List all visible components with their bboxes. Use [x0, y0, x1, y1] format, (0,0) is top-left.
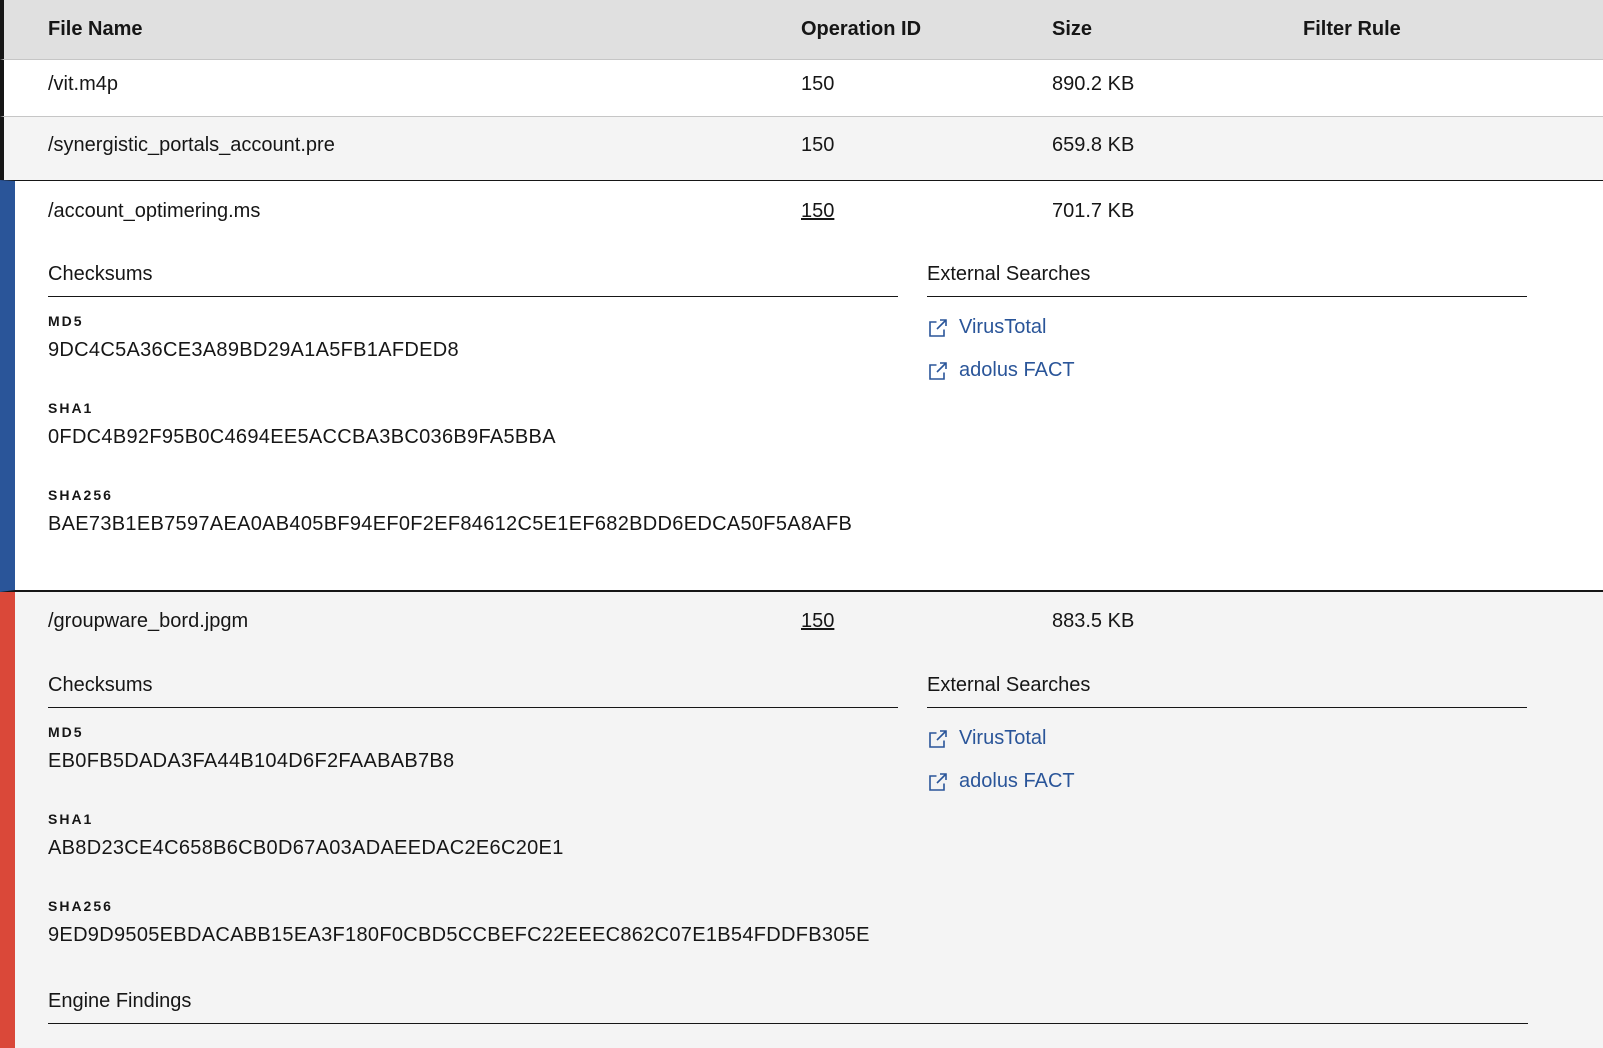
- checksums-title: Checksums: [48, 674, 898, 708]
- table-header: File Name Operation ID Size Filter Rule: [0, 0, 1603, 60]
- column-header-file-name[interactable]: File Name: [48, 18, 142, 41]
- file-name-cell: /synergistic_portals_account.pre: [48, 134, 335, 156]
- sha1-value: 0FDC4B92F95B0C4694EE5ACCBA3BC036B9FA5BBA: [48, 426, 556, 448]
- size-cell: 701.7 KB: [1052, 200, 1135, 222]
- adolus-fact-link[interactable]: adolus FACT: [927, 359, 1075, 382]
- checksums-title: Checksums: [48, 263, 898, 297]
- column-header-size[interactable]: Size: [1052, 18, 1092, 41]
- external-link-icon: [929, 361, 947, 380]
- sha1-value: AB8D23CE4C658B6CB0D67A03ADAEEDAC2E6C20E1: [48, 837, 564, 859]
- size-cell: 659.8 KB: [1052, 134, 1135, 156]
- file-name-cell: /vit.m4p: [48, 73, 119, 95]
- file-table: File Name Operation ID Size Filter Rule …: [0, 0, 1603, 1048]
- column-header-filter-rule[interactable]: Filter Rule: [1303, 18, 1401, 41]
- table-row[interactable]: /synergistic_portals_account.pre 150 659…: [0, 117, 1603, 180]
- sha256-label: SHA256: [48, 898, 113, 914]
- expanded-row[interactable]: /account_optimering.ms 150 701.7 KB Chec…: [0, 180, 1603, 592]
- sha256-label: SHA256: [48, 487, 113, 503]
- sha256-value: BAE73B1EB7597AEA0AB405BF94EF0F2EF84612C5…: [48, 513, 853, 535]
- adolus-fact-label: adolus FACT: [959, 770, 1075, 792]
- external-searches-title: External Searches: [927, 263, 1527, 297]
- adolus-fact-link[interactable]: adolus FACT: [927, 770, 1075, 793]
- operation-id-link[interactable]: 150: [801, 200, 834, 223]
- adolus-fact-label: adolus FACT: [959, 359, 1075, 381]
- expanded-row-summary[interactable]: /account_optimering.ms 150 701.7 KB: [15, 181, 1603, 243]
- md5-label: MD5: [48, 313, 84, 329]
- sha1-label: SHA1: [48, 400, 94, 416]
- external-link-icon: [929, 318, 947, 337]
- operation-id-link[interactable]: 150: [801, 610, 834, 633]
- table-row[interactable]: /vit.m4p 150 890.2 KB: [0, 60, 1603, 117]
- external-link-icon: [929, 772, 947, 791]
- virustotal-link[interactable]: VirusTotal: [927, 727, 1046, 750]
- external-link-icon: [929, 729, 947, 748]
- operation-id-cell: 150: [801, 73, 835, 95]
- expanded-row[interactable]: /groupware_bord.jpgm 150 883.5 KB Checks…: [0, 592, 1603, 1048]
- sha256-value: 9ED9D9505EBDACABB15EA3F180F0CBD5CCBEFC22…: [48, 924, 870, 946]
- file-name-cell: /account_optimering.ms: [48, 200, 261, 222]
- virustotal-label: VirusTotal: [959, 727, 1047, 749]
- md5-label: MD5: [48, 724, 84, 740]
- md5-value: EB0FB5DADA3FA44B104D6F2FAABAB7B8: [48, 750, 455, 772]
- external-searches-title: External Searches: [927, 674, 1527, 708]
- file-name-cell: /groupware_bord.jpgm: [48, 610, 249, 632]
- expanded-row-summary[interactable]: /groupware_bord.jpgm 150 883.5 KB: [15, 592, 1603, 654]
- size-cell: 890.2 KB: [1052, 73, 1135, 95]
- virustotal-link[interactable]: VirusTotal: [927, 316, 1046, 339]
- operation-id-cell: 150: [801, 134, 835, 156]
- size-cell: 883.5 KB: [1052, 610, 1135, 632]
- virustotal-label: VirusTotal: [959, 316, 1047, 338]
- sha1-label: SHA1: [48, 811, 94, 827]
- column-header-operation-id[interactable]: Operation ID: [801, 18, 921, 41]
- md5-value: 9DC4C5A36CE3A89BD29A1A5FB1AFDED8: [48, 339, 459, 361]
- engine-findings-title: Engine Findings: [48, 990, 1528, 1024]
